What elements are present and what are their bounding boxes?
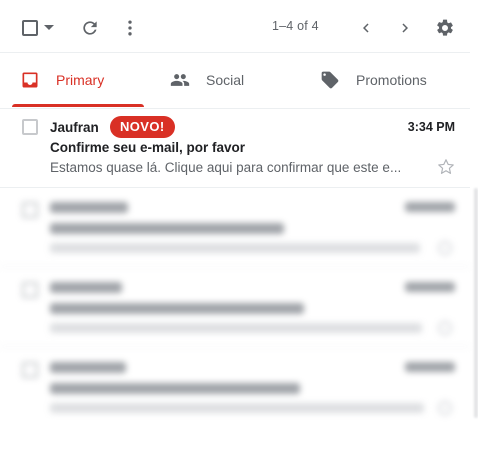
blurred-email-list bbox=[0, 188, 478, 438]
more-vert-icon[interactable] bbox=[120, 18, 140, 38]
tab-social[interactable]: Social bbox=[170, 52, 300, 108]
tab-promotions-label: Promotions bbox=[356, 72, 427, 88]
previous-page-button[interactable] bbox=[354, 16, 378, 40]
email-subject: Confirme seu e-mail, por favor bbox=[50, 140, 246, 155]
scrollbar[interactable] bbox=[474, 188, 478, 418]
pagination-text: 1–4 of 4 bbox=[272, 19, 319, 33]
placeholder-row bbox=[0, 268, 470, 347]
tab-promotions[interactable]: Promotions bbox=[320, 52, 470, 108]
chevron-right-icon[interactable] bbox=[396, 19, 414, 37]
placeholder-row bbox=[0, 348, 470, 426]
refresh-icon[interactable] bbox=[80, 18, 100, 38]
tag-icon bbox=[321, 71, 339, 89]
active-tab-indicator bbox=[12, 104, 144, 107]
tab-social-label: Social bbox=[206, 72, 245, 88]
more-options-button[interactable] bbox=[118, 16, 142, 40]
email-time: 3:34 PM bbox=[407, 120, 455, 134]
gear-icon[interactable] bbox=[435, 18, 455, 38]
checkbox-icon[interactable] bbox=[22, 20, 38, 36]
checkbox-icon[interactable] bbox=[22, 119, 38, 135]
refresh-button[interactable] bbox=[78, 16, 102, 40]
email-sender: Jaufran bbox=[50, 120, 99, 135]
star-outline-icon[interactable] bbox=[436, 157, 456, 177]
inbox-icon bbox=[22, 72, 38, 88]
tab-primary-label: Primary bbox=[56, 72, 105, 88]
caret-down-icon[interactable] bbox=[44, 25, 54, 31]
email-snippet: Estamos quase lá. Clique aqui para confi… bbox=[50, 160, 402, 175]
select-all-checkbox[interactable] bbox=[20, 18, 40, 38]
star-button[interactable] bbox=[436, 157, 456, 182]
category-tabs: Primary Social Promotions bbox=[0, 52, 470, 109]
toolbar: 1–4 of 4 bbox=[0, 0, 470, 53]
settings-button[interactable] bbox=[433, 16, 457, 40]
new-badge: NOVO! bbox=[110, 116, 175, 138]
people-icon bbox=[170, 74, 190, 86]
chevron-left-icon[interactable] bbox=[357, 19, 375, 37]
email-select-checkbox[interactable] bbox=[22, 119, 38, 135]
tab-primary[interactable]: Primary bbox=[20, 52, 144, 108]
select-menu-button[interactable] bbox=[42, 20, 56, 36]
next-page-button[interactable] bbox=[393, 16, 417, 40]
placeholder-row bbox=[0, 188, 470, 267]
